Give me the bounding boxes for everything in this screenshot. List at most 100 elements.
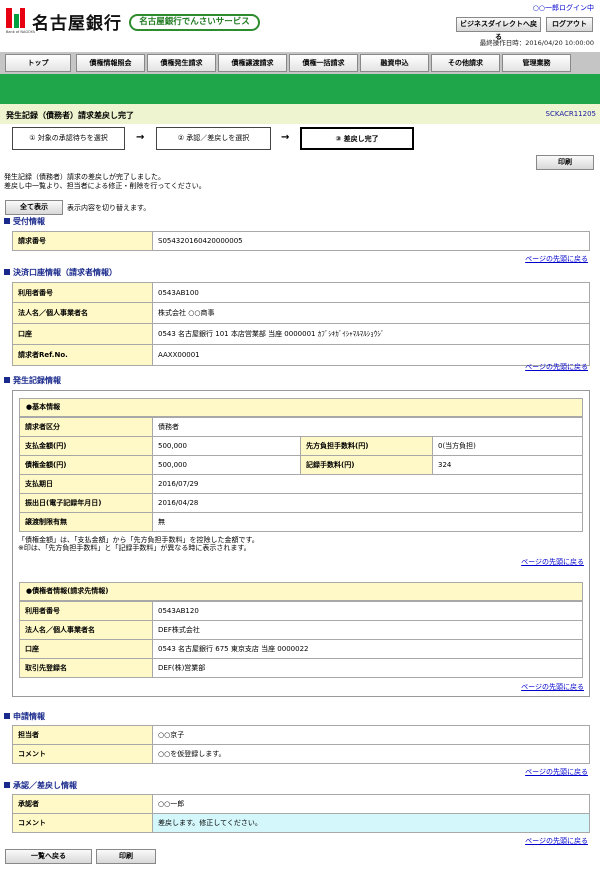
comment-label: コメント bbox=[12, 813, 153, 833]
business-direct-button[interactable]: ビジネスダイレクトへ戻る bbox=[456, 17, 541, 41]
row-label: 請求者Ref.No. bbox=[12, 344, 153, 366]
message-line-2: 差戻し中一覧より、担当者による修正・削除を行ってください。 bbox=[4, 182, 206, 190]
transfer-limit-value: 無 bbox=[152, 512, 583, 532]
basic-info-head: ●基本情報 bbox=[19, 398, 583, 417]
row-label: 法人名／個人事業者名 bbox=[19, 620, 153, 640]
row-value: DEF株式会社 bbox=[152, 620, 583, 640]
bank-logo-icon bbox=[6, 8, 25, 28]
last-operation: 最終操作日時：2016/04/20 10:00:00 bbox=[479, 39, 594, 47]
step-return-complete: ③ 差戻し完了 bbox=[300, 127, 414, 150]
tab-financing[interactable]: 融資申込 bbox=[360, 54, 429, 72]
section-approval: 承認／差戻し情報 bbox=[4, 780, 77, 791]
step-approve-return: ② 承認／差戻しを選択 bbox=[156, 127, 271, 150]
row-value: 0543AB120 bbox=[152, 601, 583, 621]
section-marker-icon bbox=[4, 218, 10, 224]
title-bar: 発生記録（債務者）請求差戻し完了 SCKACR11205 bbox=[0, 104, 600, 124]
section-application: 申請情報 bbox=[4, 711, 45, 722]
section-title: 発生記録情報 bbox=[13, 376, 61, 385]
comment-label: コメント bbox=[12, 744, 153, 764]
message-line-1: 発生記録（債務者）請求の差戻しが完了しました。 bbox=[4, 173, 165, 181]
row-label: 口座 bbox=[12, 323, 153, 345]
toggle-text: 表示内容を切り替えます。 bbox=[67, 204, 151, 212]
comment-value: ○○を仮登録します。 bbox=[152, 744, 590, 764]
bank-name-en: Bank of NAGOYA bbox=[6, 30, 35, 34]
step-arrow: → bbox=[281, 132, 290, 143]
section-reception: 受付情報 bbox=[4, 216, 45, 227]
reception-table: 請求番号 S054320160420000005 bbox=[12, 231, 590, 251]
amount-note: 「債権金額」は、「支払金額」から「先方負担手数料」を控除した金額です。 ※印は、… bbox=[18, 536, 259, 552]
record-fee-label: 記録手数料(円) bbox=[300, 455, 433, 475]
creditor-info-table: 利用者番号 0543AB120 法人名／個人事業者名 DEF株式会社 口座 0543 … bbox=[19, 601, 583, 678]
creditor-info-head: ●債権者情報(請求先情報) bbox=[19, 582, 583, 601]
tab-bulk-request[interactable]: 債権一括請求 bbox=[289, 54, 358, 72]
approver-value: ○○一郎 bbox=[152, 794, 590, 814]
basic-info-table: 請求者区分 債務者 支払金額(円) 500,000 先方負担手数料(円) 0(当方負担)… bbox=[19, 417, 583, 532]
issue-date-label: 振出日(電子記録年月日) bbox=[19, 493, 153, 513]
page-top-link[interactable]: ページの先頭に戻る bbox=[525, 767, 588, 777]
row-label: 口座 bbox=[19, 639, 153, 659]
page-top-link[interactable]: ページの先頭に戻る bbox=[521, 557, 584, 567]
fee-payer-label: 先方負担手数料(円) bbox=[300, 436, 433, 456]
row-value: 0543 名古屋銀行 675 東京支店 当座 0000022 bbox=[152, 639, 583, 659]
row-value: 株式会社 ○○商事 bbox=[152, 302, 590, 324]
record-fee-value: 324 bbox=[432, 455, 583, 475]
section-marker-icon bbox=[4, 782, 10, 788]
section-title: 受付情報 bbox=[13, 217, 45, 226]
approval-table: 承認者 ○○一郎 コメント 差戻します。修正してください。 bbox=[12, 794, 590, 833]
back-to-list-button[interactable]: 一覧へ戻る bbox=[5, 849, 92, 864]
row-value: AAXX00001 bbox=[152, 344, 590, 366]
service-name: 名古屋銀行でんさいサービス bbox=[129, 14, 260, 31]
pay-date-value: 2016/07/29 bbox=[152, 474, 583, 494]
comment-value: 差戻します。修正してください。 bbox=[152, 813, 590, 833]
debt-amount-value: 500,000 bbox=[152, 455, 301, 475]
page-top-link[interactable]: ページの先頭に戻る bbox=[521, 682, 584, 692]
tab-management[interactable]: 管理業務 bbox=[502, 54, 571, 72]
row-value: 0543 名古屋銀行 101 本店営業部 当座 0000001 ｶﾌﾞｼｷｶﾞｲ… bbox=[152, 323, 590, 345]
page-top-link[interactable]: ページの先頭に戻る bbox=[525, 254, 588, 264]
section-record: 発生記録情報 bbox=[4, 375, 61, 386]
green-banner bbox=[0, 74, 600, 104]
page-top-link[interactable]: ページの先頭に戻る bbox=[525, 836, 588, 846]
application-table: 担当者 ○○京子 コメント ○○を仮登録します。 bbox=[12, 725, 590, 764]
pay-date-label: 支払期日 bbox=[19, 474, 153, 494]
main-tabs: トップ 債権情報照会 債権発生請求 債権譲渡請求 債権一括請求 融資申込 その他… bbox=[0, 52, 600, 74]
section-title: 決済口座情報（請求者情報） bbox=[13, 268, 117, 277]
logout-button[interactable]: ログアウト bbox=[546, 17, 593, 32]
completion-message: 発生記録（債務者）請求の差戻しが完了しました。 差戻し中一覧より、担当者による修… bbox=[4, 173, 206, 191]
row-label: 法人名／個人事業者名 bbox=[12, 302, 153, 324]
step-select-pending: ① 対象の承認待ちを選択 bbox=[12, 127, 125, 150]
section-marker-icon bbox=[4, 377, 10, 383]
staff-value: ○○京子 bbox=[152, 725, 590, 745]
section-title: 承認／差戻し情報 bbox=[13, 781, 77, 790]
row-label: 利用者番号 bbox=[12, 282, 153, 303]
row-value: DEF(株)営業部 bbox=[152, 658, 583, 678]
issue-date-value: 2016/04/28 bbox=[152, 493, 583, 513]
claim-type-value: 債務者 bbox=[152, 417, 583, 437]
row-value: 0543AB100 bbox=[152, 282, 590, 303]
pay-amount-label: 支払金額(円) bbox=[19, 436, 153, 456]
tab-claim-inquiry[interactable]: 債権情報照会 bbox=[76, 54, 145, 72]
note-line-2: ※印は、「先方負担手数料」と「記録手数料」が異なる時に表示されます。 bbox=[18, 544, 251, 552]
row-label: 利用者番号 bbox=[19, 601, 153, 621]
page-title: 発生記録（債務者）請求差戻し完了 bbox=[6, 111, 134, 120]
tab-claim-issue[interactable]: 債権発生請求 bbox=[147, 54, 216, 72]
page-top-link[interactable]: ページの先頭に戻る bbox=[525, 362, 588, 372]
tab-top[interactable]: トップ bbox=[5, 54, 71, 72]
row-label: 取引先登録名 bbox=[19, 658, 153, 678]
section-marker-icon bbox=[4, 713, 10, 719]
debt-amount-label: 債権金額(円) bbox=[19, 455, 153, 475]
fee-payer-value: 0(当方負担) bbox=[432, 436, 583, 456]
print-button[interactable]: 印刷 bbox=[96, 849, 156, 864]
staff-label: 担当者 bbox=[12, 725, 153, 745]
settlement-table: 利用者番号 0543AB100 法人名／個人事業者名 株式会社 ○○商事 口座 054… bbox=[12, 282, 590, 366]
show-all-button[interactable]: 全て表示 bbox=[5, 200, 63, 215]
claim-type-label: 請求者区分 bbox=[19, 417, 153, 437]
transfer-limit-label: 譲渡制限有無 bbox=[19, 512, 153, 532]
tab-claim-transfer[interactable]: 債権譲渡請求 bbox=[218, 54, 287, 72]
print-button[interactable]: 印刷 bbox=[536, 155, 594, 170]
request-number-label: 請求番号 bbox=[12, 231, 153, 251]
tab-other-request[interactable]: その他請求 bbox=[431, 54, 500, 72]
approver-label: 承認者 bbox=[12, 794, 153, 814]
note-line-1: 「債権金額」は、「支払金額」から「先方負担手数料」を控除した金額です。 bbox=[18, 536, 259, 544]
request-number-value: S054320160420000005 bbox=[152, 231, 590, 251]
